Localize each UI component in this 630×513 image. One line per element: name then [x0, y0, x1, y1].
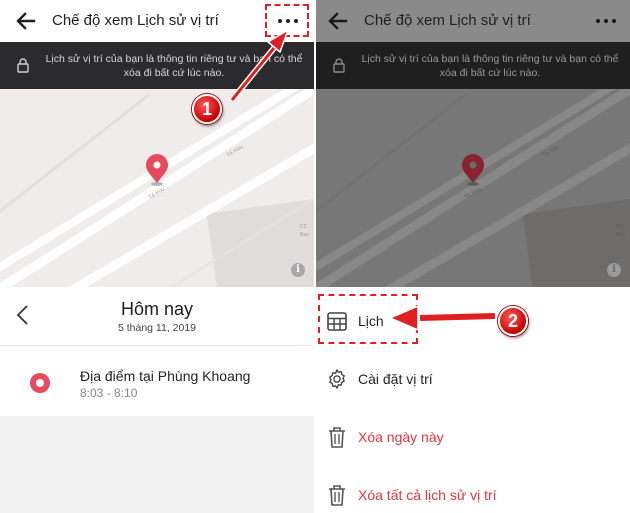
screenshot-stage: Chế độ xem Lịch sử vị trí Lịch sử vị trí… — [0, 0, 630, 513]
step-badge-2: 2 — [498, 306, 528, 336]
annotation-arrows — [229, 28, 496, 332]
arrow-to-calendar-item — [388, 304, 496, 332]
arrow-to-more-button — [229, 28, 290, 102]
step-badge-1: 1 — [192, 94, 222, 124]
